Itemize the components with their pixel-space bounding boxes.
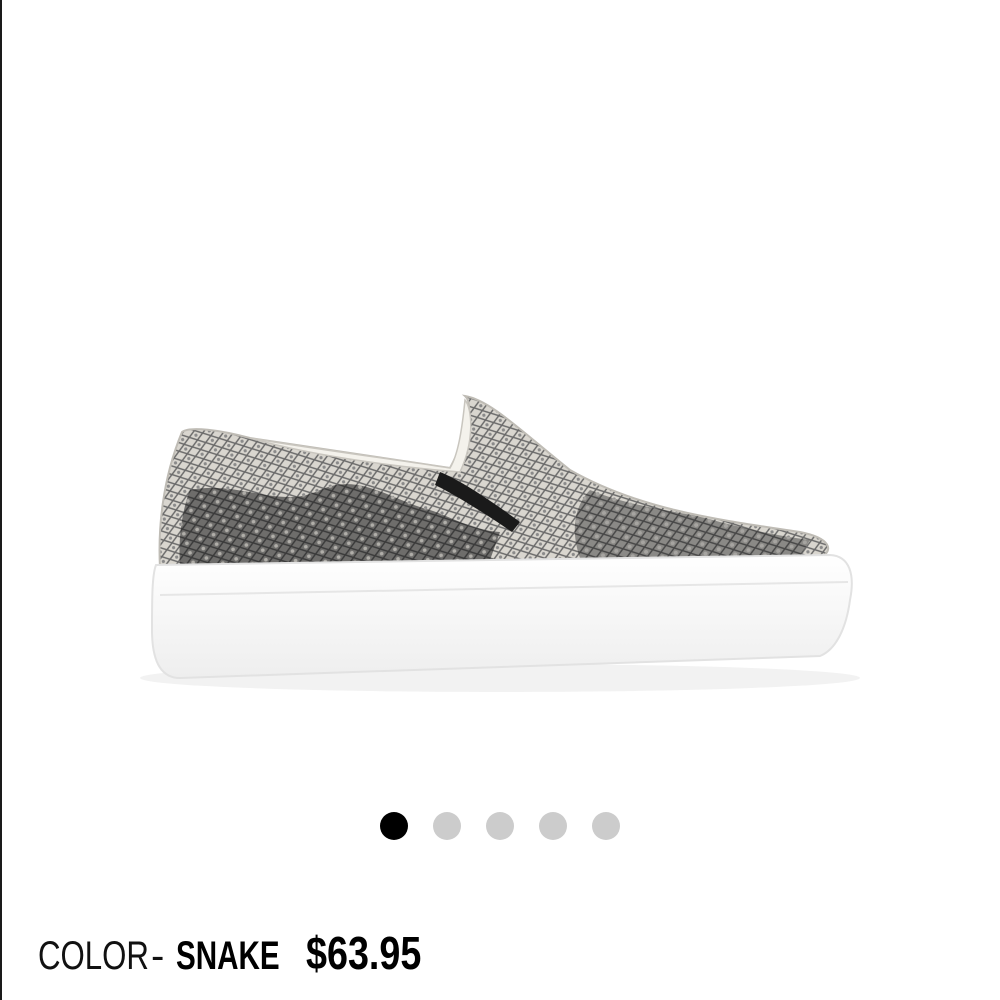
product-image-shoe[interactable]: [120, 360, 880, 720]
color-value: SNAKE: [176, 934, 280, 978]
image-carousel-dots: [0, 812, 1000, 840]
carousel-dot-5[interactable]: [592, 812, 620, 840]
page-border: [0, 0, 2, 1000]
carousel-dot-4[interactable]: [539, 812, 567, 840]
product-info-line: COLOR - SNAKE $63.95: [38, 926, 506, 986]
color-label: COLOR: [38, 934, 149, 978]
product-price: $63.95: [306, 927, 422, 979]
carousel-dot-1[interactable]: [380, 812, 408, 840]
carousel-dot-3[interactable]: [486, 812, 514, 840]
carousel-dot-2[interactable]: [433, 812, 461, 840]
color-separator: -: [151, 934, 165, 978]
